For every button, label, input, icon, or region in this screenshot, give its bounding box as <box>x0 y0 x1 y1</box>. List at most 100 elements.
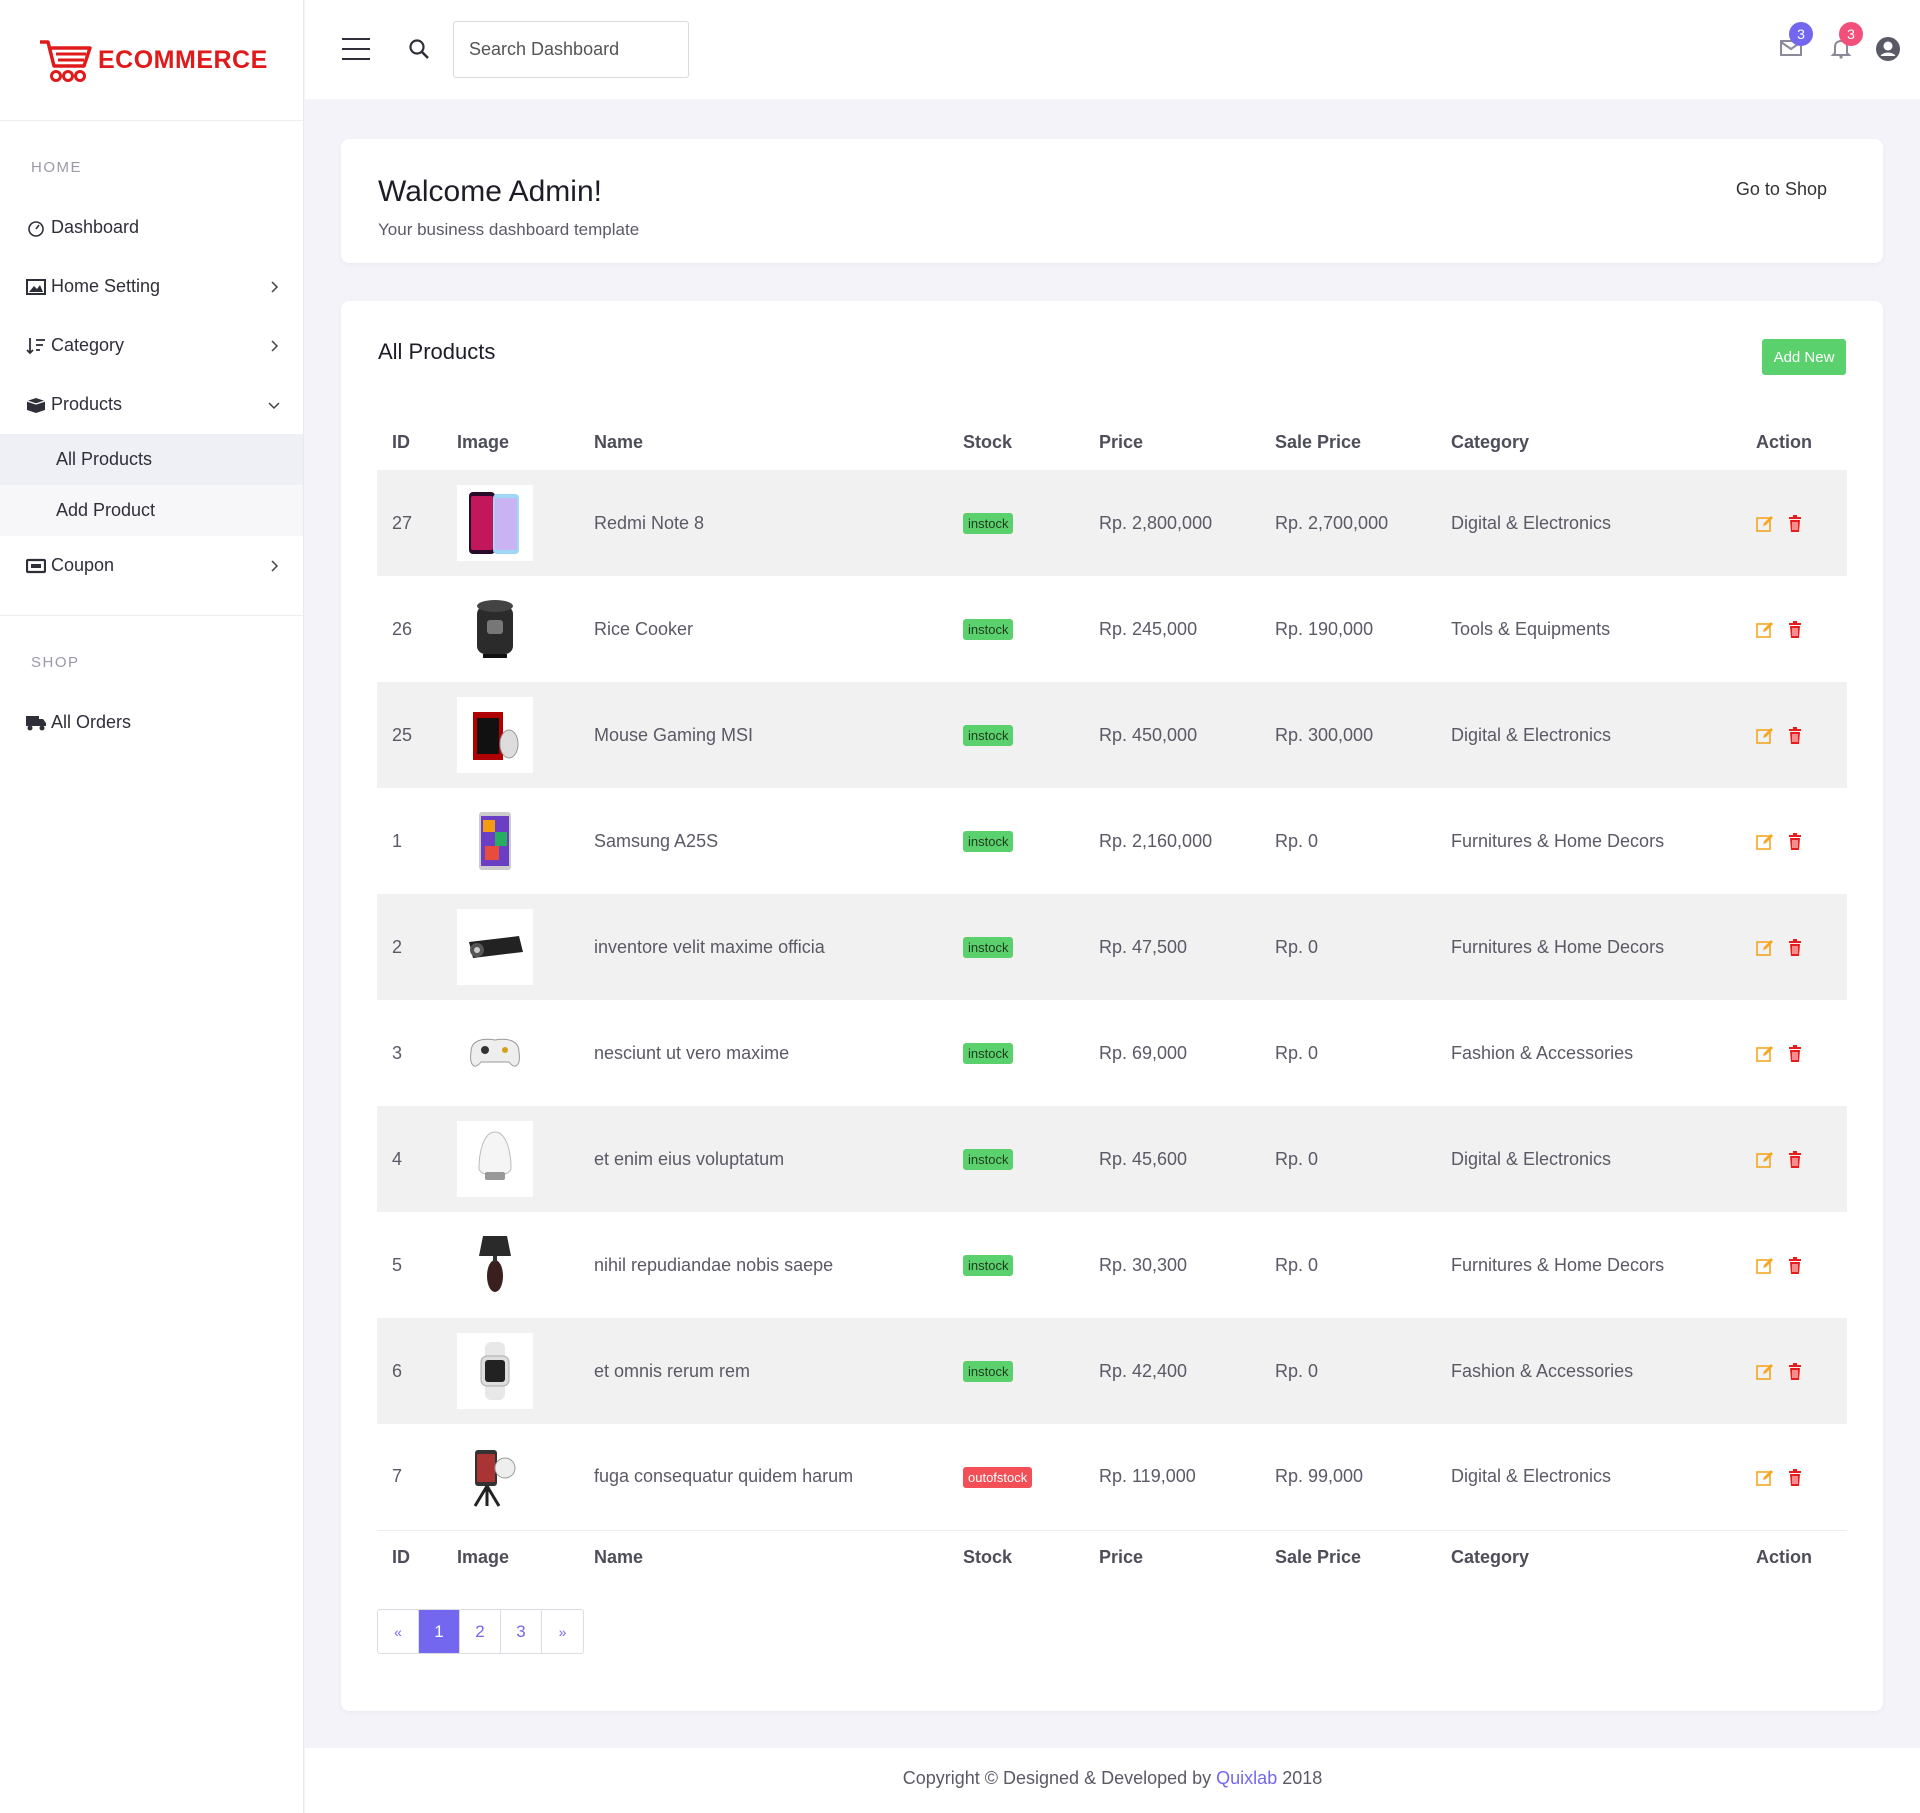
pagination-next[interactable]: » <box>542 1610 583 1653</box>
row-name: fuga consequatur quidem harum <box>594 1466 854 1487</box>
edit-icon[interactable] <box>1756 1257 1774 1275</box>
row-price: Rp. 2,160,000 <box>1099 830 1213 851</box>
add-new-button[interactable]: Add New <box>1762 339 1846 375</box>
watch-image <box>457 1333 533 1409</box>
sidebar-item-label: Category <box>51 335 125 355</box>
pagination-page-3[interactable]: 3 <box>501 1610 542 1653</box>
products-card: All Products Add New ID Image Name Stock… <box>341 301 1883 1711</box>
pagination-prev[interactable]: « <box>378 1610 419 1653</box>
user-menu-button[interactable] <box>1875 36 1900 61</box>
sidebar-subitem-add-product[interactable]: Add Product <box>0 485 303 536</box>
row-category: Furnitures & Home Decors <box>1451 1254 1665 1275</box>
row-category: Digital & Electronics <box>1451 724 1612 745</box>
row-category: Furnitures & Home Decors <box>1451 936 1665 957</box>
brand-logo[interactable]: ECOMMERCE <box>0 0 303 121</box>
sidebar-item-category[interactable]: Category <box>0 316 303 375</box>
notifications-button[interactable]: 3 <box>1829 22 1863 60</box>
row-category: Digital & Electronics <box>1451 512 1612 533</box>
table-row: 7 fuga consequatur quidem harum outofstock… <box>377 1424 1847 1530</box>
box-icon <box>25 395 47 415</box>
column-header-stock[interactable]: Stock <box>963 415 1099 470</box>
table-row: 26 Rice Cooker instock Rp. 245,000 Rp. 190,0… <box>377 576 1847 682</box>
footer-header-action: Action <box>1756 1529 1847 1584</box>
edit-icon[interactable] <box>1756 1469 1774 1487</box>
search-icon[interactable] <box>408 38 430 60</box>
row-id: 27 <box>392 512 413 533</box>
pagination-page-1[interactable]: 1 <box>419 1610 460 1653</box>
edit-icon[interactable] <box>1756 621 1774 639</box>
phone-image <box>457 485 533 561</box>
table-header-row: ID Image Name Stock Price Sale Price Cat… <box>377 415 1847 470</box>
delete-icon[interactable] <box>1786 514 1804 533</box>
search-input[interactable] <box>453 21 689 78</box>
delete-icon[interactable] <box>1786 938 1804 957</box>
go-to-shop-link[interactable]: Go to Shop <box>1736 179 1827 200</box>
delete-icon[interactable] <box>1786 1468 1804 1487</box>
menu-toggle-icon[interactable] <box>342 38 370 60</box>
mail-count-badge: 3 <box>1789 22 1813 46</box>
pagination-page-2[interactable]: 2 <box>460 1610 501 1653</box>
column-header-action[interactable]: Action <box>1756 415 1847 470</box>
edit-icon[interactable] <box>1756 1363 1774 1381</box>
column-header-price[interactable]: Price <box>1099 415 1275 470</box>
truck-icon <box>25 713 47 733</box>
edit-icon[interactable] <box>1756 833 1774 851</box>
sidebar-item-label: Home Setting <box>51 276 161 296</box>
sidebar-item-products[interactable]: Products <box>0 375 303 434</box>
delete-icon[interactable] <box>1786 620 1804 639</box>
edit-icon[interactable] <box>1756 1151 1774 1169</box>
nav-section-shop: SHOP <box>31 654 80 671</box>
table-row: 4 et enim eius voluptatum instock Rp. 45,60… <box>377 1106 1847 1212</box>
edit-icon[interactable] <box>1756 727 1774 745</box>
footer-header-id: ID <box>377 1529 457 1584</box>
stock-badge: instock <box>963 513 1014 534</box>
row-category: Digital & Electronics <box>1451 1466 1612 1487</box>
stock-badge: instock <box>963 1149 1014 1170</box>
row-sale-price: Rp. 0 <box>1275 936 1319 957</box>
edit-icon[interactable] <box>1756 1045 1774 1063</box>
mail-button[interactable]: 3 <box>1779 22 1813 60</box>
page-subtitle: Your business dashboard template <box>378 220 640 239</box>
row-category: Tools & Equipments <box>1451 618 1611 639</box>
sidebar-item-dashboard[interactable]: Dashboard <box>0 198 303 257</box>
delete-icon[interactable] <box>1786 1362 1804 1381</box>
delete-icon[interactable] <box>1786 726 1804 745</box>
row-name: Samsung A25S <box>594 830 719 851</box>
row-sale-price: Rp. 0 <box>1275 1360 1319 1381</box>
row-category: Fashion & Accessories <box>1451 1360 1634 1381</box>
welcome-card: Walcome Admin! Your business dashboard t… <box>341 139 1883 263</box>
column-header-id[interactable]: ID <box>377 415 457 470</box>
dashboard-icon <box>25 218 47 238</box>
edit-icon[interactable] <box>1756 515 1774 533</box>
column-header-sale-price[interactable]: Sale Price <box>1275 415 1451 470</box>
column-header-category[interactable]: Category <box>1451 415 1756 470</box>
mouse-box-image <box>457 697 533 773</box>
sidebar-item-coupon[interactable]: Coupon <box>0 536 303 595</box>
sidebar-item-all-orders[interactable]: All Orders <box>0 693 303 752</box>
stock-badge: outofstock <box>963 1466 1033 1488</box>
sidebar-subitem-all-products[interactable]: All Products <box>0 434 303 485</box>
gamepad-image <box>457 1015 533 1091</box>
stock-badge: instock <box>963 619 1014 640</box>
edit-icon[interactable] <box>1756 939 1774 957</box>
column-header-image[interactable]: Image <box>457 415 594 470</box>
row-id: 1 <box>392 830 403 851</box>
sidebar-item-home-setting[interactable]: Home Setting <box>0 257 303 316</box>
row-id: 5 <box>392 1254 403 1275</box>
delete-icon[interactable] <box>1786 1256 1804 1275</box>
delete-icon[interactable] <box>1786 832 1804 851</box>
delete-icon[interactable] <box>1786 1044 1804 1063</box>
footer-author-link[interactable]: Quixlab <box>1216 1768 1277 1788</box>
row-sale-price: Rp. 0 <box>1275 1148 1319 1169</box>
table-row: 5 nihil repudiandae nobis saepe instock Rp.… <box>377 1212 1847 1318</box>
rice-cooker-image <box>457 591 533 667</box>
delete-icon[interactable] <box>1786 1150 1804 1169</box>
column-header-name[interactable]: Name <box>594 415 963 470</box>
page-title: Walcome Admin! <box>378 175 602 208</box>
row-id: 3 <box>392 1042 403 1063</box>
footer-header-name: Name <box>594 1529 963 1584</box>
row-name: Redmi Note 8 <box>594 512 705 533</box>
row-sale-price: Rp. 2,700,000 <box>1275 512 1389 533</box>
row-name: et enim eius voluptatum <box>594 1148 785 1169</box>
notifications-count-badge: 3 <box>1839 22 1863 46</box>
